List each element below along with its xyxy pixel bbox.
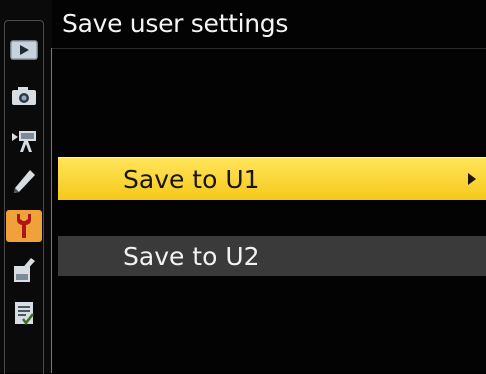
- menu-item-save-to-u2[interactable]: Save to U2: [58, 236, 486, 276]
- tab-setup[interactable]: [6, 210, 42, 242]
- pencil-icon: [11, 168, 37, 196]
- camera-menu-screen: Save user settings Save to U1 Save to U2: [0, 0, 486, 374]
- retouch-icon: [11, 256, 37, 284]
- submenu-arrow-icon: [466, 170, 478, 187]
- sidebar-divider: [51, 48, 52, 373]
- tab-retouch[interactable]: [6, 254, 42, 286]
- tab-my-menu[interactable]: [6, 297, 42, 329]
- title-divider: [52, 48, 486, 49]
- tab-playback[interactable]: [6, 34, 42, 66]
- movie-camera-icon: [10, 127, 38, 153]
- wrench-icon: [14, 212, 34, 240]
- tab-custom-settings[interactable]: [6, 166, 42, 198]
- menu-item-label: Save to U1: [123, 164, 260, 194]
- tab-movie-shooting[interactable]: [6, 124, 42, 156]
- page-title: Save user settings: [62, 9, 289, 38]
- playback-icon: [10, 40, 38, 60]
- menu-item-label: Save to U2: [123, 241, 260, 271]
- tab-photo-shooting[interactable]: [6, 80, 42, 112]
- menu-sidebar: [0, 0, 52, 374]
- my-menu-icon: [11, 299, 37, 327]
- menu-item-save-to-u1[interactable]: Save to U1: [58, 157, 486, 200]
- camera-icon: [10, 85, 38, 107]
